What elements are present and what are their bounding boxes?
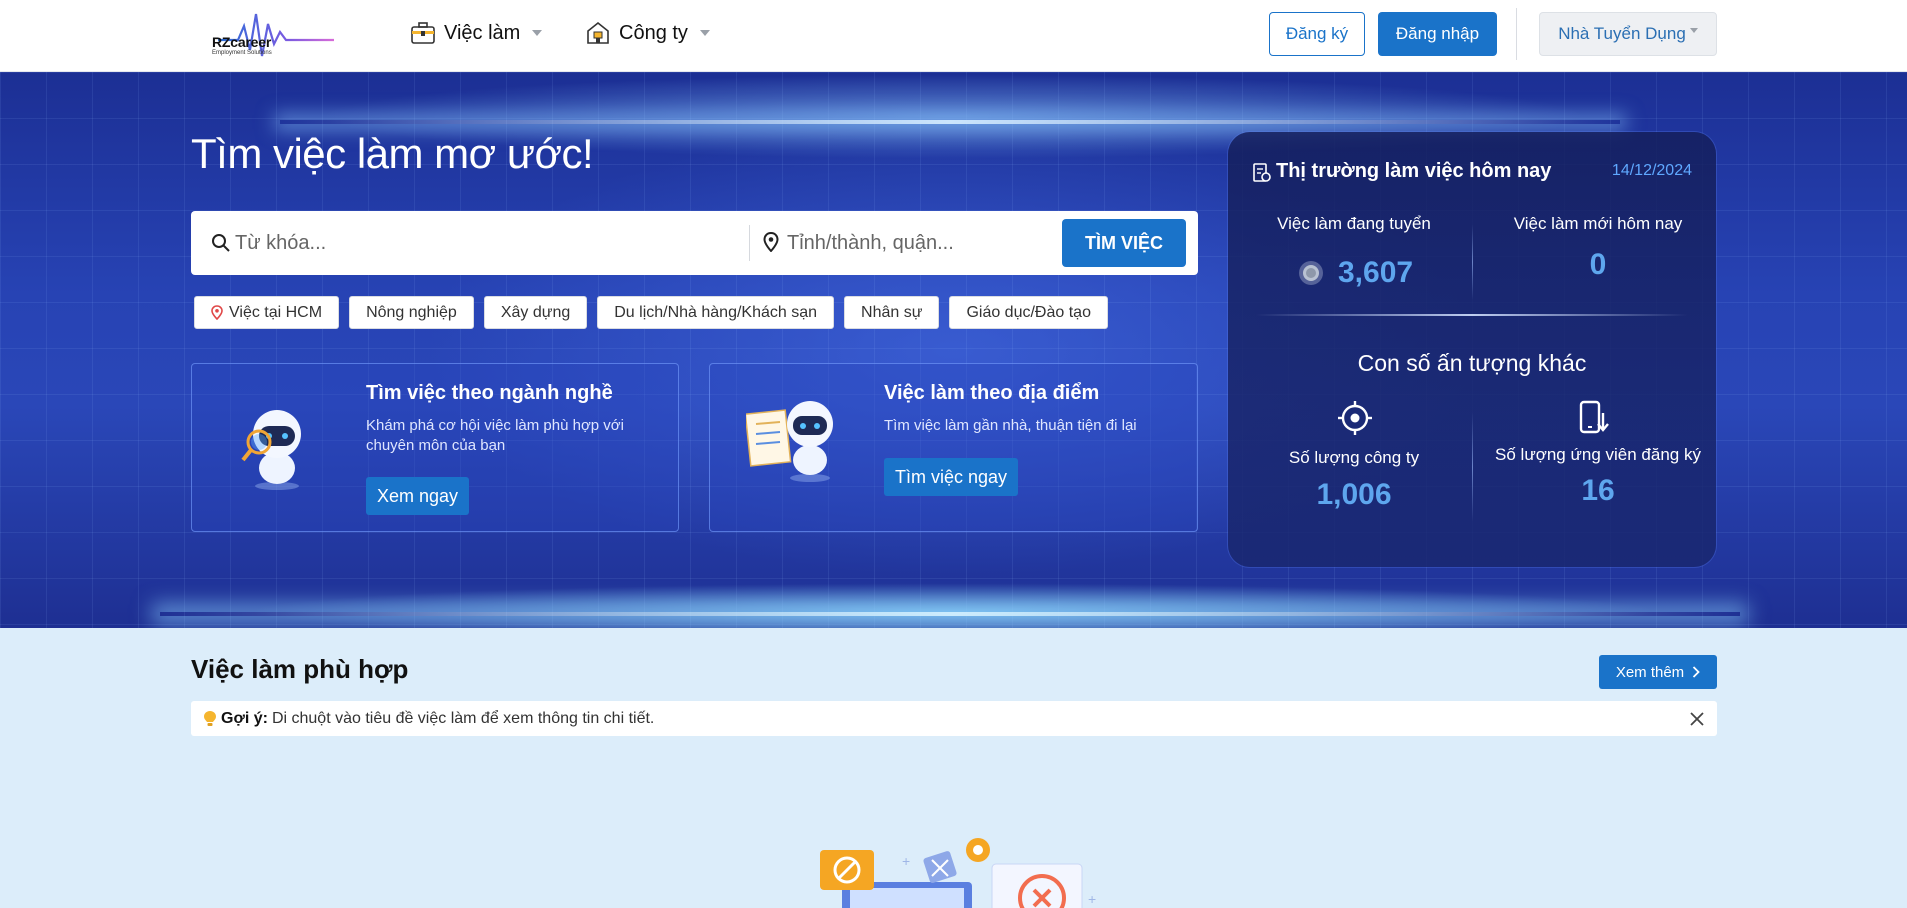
candidates-label: Số lượng ứng viên đăng ký [1495,445,1701,464]
search-jobs-button[interactable]: TÌM VIỆC [1062,219,1186,267]
candidates-value: 16 [1581,474,1615,507]
building-icon [587,21,609,44]
header-divider [1516,8,1517,60]
site-header: RZcareer Employment Solutions Việc làm C… [0,0,1907,72]
hero-banner: Tìm việc làm mơ ước! TÌM VIỆC Việc tại H… [0,72,1907,628]
close-icon[interactable] [1687,709,1707,729]
location-pin-icon [211,305,223,320]
svg-text:+: + [902,853,910,869]
empty-state-illustration: + + [820,838,1096,908]
job-market-panel: Thị trường làm việc hôm nay 14/12/2024 V… [1228,132,1716,567]
search-icon [212,234,230,252]
hint-prefix: Gợi ý: [221,709,268,727]
employer-label: Nhà Tuyển Dụng [1558,24,1686,43]
see-more-button[interactable]: Xem thêm [1599,655,1717,689]
companies-value: 1,006 [1316,478,1392,511]
hero-glow-bottom [160,612,1740,616]
other-stats-title: Con số ấn tượng khác [1357,350,1587,376]
hero-title: Tìm việc làm mơ ước! [191,130,594,177]
logo-subtitle: Employment Solutions [212,50,272,56]
location-search-input[interactable] [787,225,1087,261]
register-button[interactable]: Đăng ký [1269,12,1365,56]
market-divider [1472,412,1473,522]
card-jobs-by-industry: Tìm việc theo ngành nghề Khám phá cơ hội… [191,363,679,532]
view-now-button[interactable]: Xem ngay [366,477,470,515]
robot-document-illustration [746,401,833,482]
mobile-download-icon [1579,400,1609,434]
robot-magnifier-illustration [241,410,301,490]
job-search-bar: TÌM VIỆC [191,211,1198,275]
card-jobs-by-location: Việc làm theo địa điểm Tìm việc làm gần … [709,363,1198,532]
card-description: Khám phá cơ hội việc làm phù hợp với chu… [366,417,624,454]
jobs-new-label: Việc làm mới hôm nay [1513,214,1683,233]
chevron-down-icon [532,30,543,36]
jobs-hiring-stat: 3,607 [1298,256,1413,290]
tag-jobs-hcm[interactable]: Việc tại HCM [194,296,340,329]
location-pin-icon [763,232,779,252]
briefcase-icon [411,22,435,44]
hero-glow-top [280,120,1620,124]
nav-companies-label: Công ty [619,21,688,44]
svg-text:+: + [1088,891,1096,907]
tag-label: Việc tại HCM [229,303,323,321]
jobs-hiring-value: 3,607 [1338,256,1414,289]
companies-label: Số lượng công ty [1288,448,1420,467]
tag-human-resources[interactable]: Nhân sự [844,296,940,329]
see-more-label: Xem thêm [1615,663,1685,681]
hint-bar: Gợi ý: Di chuột vào tiêu đề việc làm để … [191,701,1717,736]
nav-companies[interactable]: Công ty [585,18,710,48]
live-dot-icon [1299,261,1323,285]
chevron-down-icon [699,30,710,36]
find-jobs-now-button[interactable]: Tìm việc ngay [884,458,1019,496]
nav-jobs-label: Việc làm [444,21,521,44]
market-divider [1472,224,1473,300]
employer-button[interactable]: Nhà Tuyển Dụng [1539,12,1717,56]
chevron-right-icon [1693,666,1700,678]
chevron-down-icon [1689,27,1698,33]
nav-jobs[interactable]: Việc làm [410,18,543,48]
market-horizontal-divider [1256,314,1688,316]
tag-agriculture[interactable]: Nông nghiệp [349,296,474,329]
tag-tourism-hospitality[interactable]: Du lịch/Nhà hàng/Khách sạn [597,296,835,329]
section-title: Việc làm phù hợp [191,654,409,684]
tag-education[interactable]: Giáo dục/Đào tạo [949,296,1108,329]
tag-construction[interactable]: Xây dựng [483,296,588,329]
hint-text: Di chuột vào tiêu đề việc làm để xem thô… [271,709,655,727]
card-title: Tìm việc theo ngành nghề [366,382,613,404]
report-icon [1253,163,1271,182]
jobs-new-value: 0 [1589,248,1607,281]
market-date: 14/12/2024 [1611,162,1692,179]
login-button[interactable]: Đăng nhập [1378,12,1497,56]
card-title: Việc làm theo địa điểm [884,382,1100,404]
rzcareer-logo[interactable]: RZcareer Employment Solutions [208,6,338,64]
logo-text: RZcareer [212,34,272,50]
card-description: Tìm việc làm gần nhà, thuận tiện đi lại [884,417,1137,434]
search-divider [749,225,750,261]
jobs-hiring-label: Việc làm đang tuyển [1277,214,1431,233]
market-title: Thị trường làm việc hôm nay [1276,160,1552,182]
lightbulb-icon [204,710,216,726]
target-icon [1338,401,1372,435]
quick-tags: Việc tại HCM Nông nghiệp Xây dựng Du lịc… [194,296,1108,329]
